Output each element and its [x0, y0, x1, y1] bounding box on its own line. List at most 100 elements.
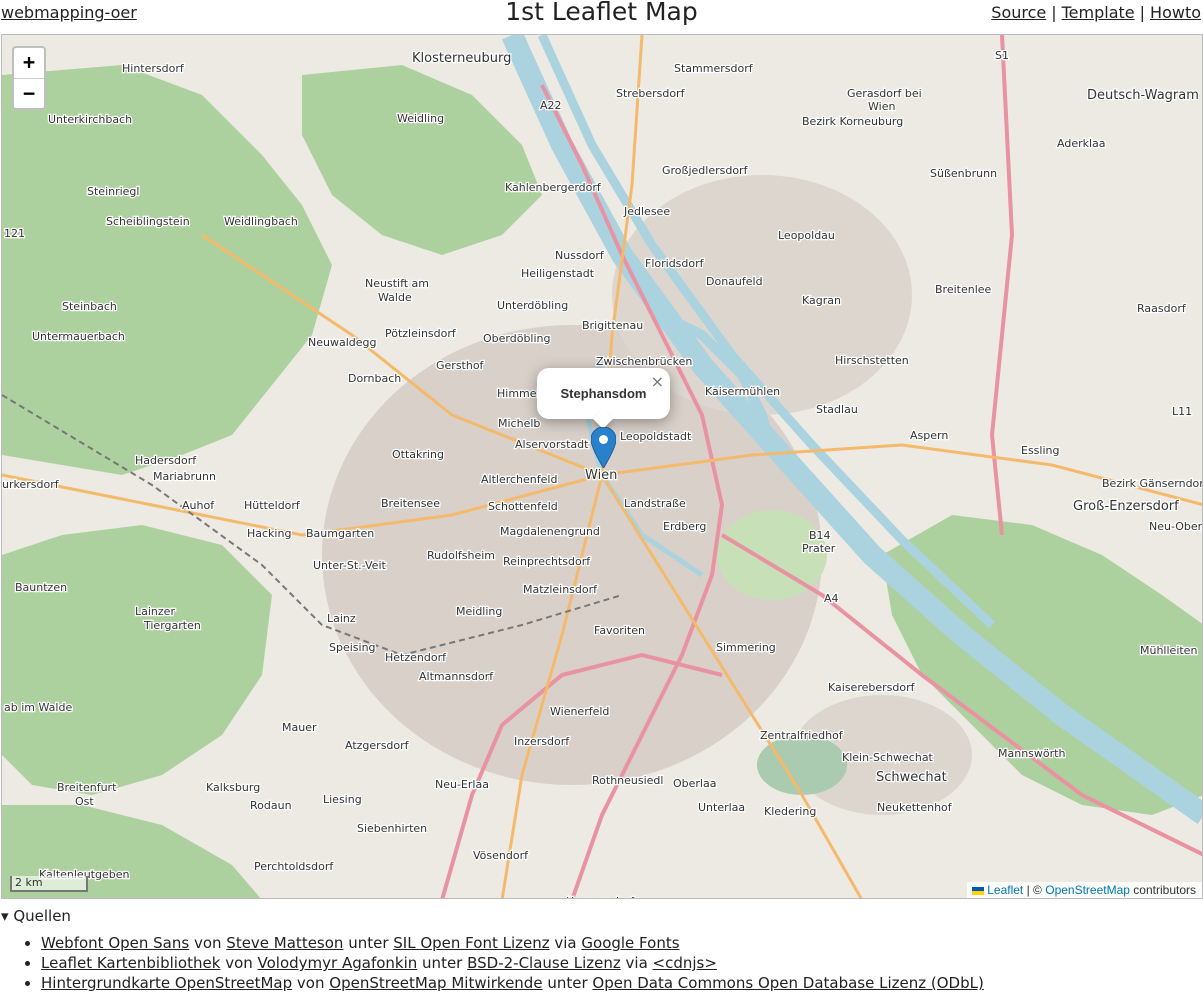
source-link[interactable]: OpenStreetMap Mitwirkende: [329, 974, 542, 992]
map-place-label: Hadersdorf: [135, 454, 197, 467]
map-place-label: Kalksburg: [206, 781, 260, 794]
map-place-label: Bauntzen: [15, 581, 67, 594]
map-place-label: Stammersdorf: [674, 62, 754, 75]
map-place-label: Kagran: [802, 294, 841, 307]
map-place-label: Weidlingbach: [224, 215, 298, 228]
map-place-label: Süßenbrunn: [930, 167, 997, 180]
map-place-label: Dornbach: [348, 372, 401, 385]
map-place-label: Magdalenengrund: [500, 525, 600, 538]
map-place-label: Floridsdorf: [645, 257, 705, 270]
map-place-label: Tiergarten: [143, 619, 201, 632]
map-place-label: Hennersdorf: [566, 895, 635, 899]
map-place-label: Großjedlersdorf: [662, 164, 749, 177]
map-place-label: Neustift am: [365, 277, 429, 290]
map-place-label: Hirschstetten: [835, 354, 909, 367]
map-place-label: Rudolfsheim: [427, 549, 495, 562]
map-place-label: A4: [824, 592, 839, 605]
source-link[interactable]: BSD-2-Clause Lizenz: [467, 954, 621, 972]
zoom-out-button[interactable]: −: [14, 78, 44, 108]
map-place-label: Vösendorf: [473, 849, 529, 862]
nav-template-link[interactable]: Template: [1062, 3, 1135, 22]
map-place-label: Altmannsdorf: [419, 670, 494, 683]
map-place-label: Kahlenbergerdorf: [505, 181, 602, 194]
map-place-label: Simmering: [716, 641, 776, 654]
sources-summary-label: Quellen: [13, 907, 71, 925]
map-place-label: Weidling: [397, 112, 444, 125]
source-link[interactable]: Google Fonts: [581, 934, 679, 952]
source-link[interactable]: <cdnjs>: [653, 954, 717, 972]
popup-close-button[interactable]: ×: [651, 372, 664, 391]
map-place-label: Aderklaa: [1057, 137, 1106, 150]
sources-summary[interactable]: ▾ Quellen: [1, 907, 1191, 925]
nav-source-link[interactable]: Source: [991, 3, 1046, 22]
map-place-label: ab im Walde: [4, 701, 72, 714]
map-place-label: Schottenfeld: [488, 500, 558, 513]
map-place-label: Scheiblingstein: [106, 215, 190, 228]
map-place-label: Lainz: [327, 612, 356, 625]
map-place-label: Heiligenstadt: [521, 267, 595, 280]
source-link[interactable]: Volodymyr Agafonkin: [258, 954, 418, 972]
map-place-label: Gerasdorf bei: [847, 87, 922, 100]
sources-section: ▾ Quellen Webfont Open Sans von Steve Ma…: [1, 907, 1191, 994]
map-place-label: Wienerfeld: [550, 705, 609, 718]
map-place-label: Rodaun: [250, 799, 292, 812]
map-place-label: Mauer: [282, 721, 317, 734]
map-place-label: Donaufeld: [706, 275, 763, 288]
map-place-label: A22: [540, 99, 562, 112]
source-link[interactable]: SIL Open Font Lizenz: [393, 934, 549, 952]
nav-howto-link[interactable]: Howto: [1150, 3, 1201, 22]
map-place-label: Unterdöbling: [497, 299, 568, 312]
map-place-label: S1: [995, 49, 1009, 62]
scale-bar: 2 km: [10, 876, 88, 892]
map-place-label: Klein-Schwechat: [842, 751, 934, 764]
attribution-separator: | ©: [1026, 883, 1042, 897]
map-place-label: Oberlaa: [673, 777, 716, 790]
map-place-label: Leopoldstadt: [620, 430, 692, 443]
source-link[interactable]: Steve Matteson: [226, 934, 343, 952]
map-place-label: Stadlau: [816, 403, 858, 416]
source-link[interactable]: Open Data Commons Open Database Lizenz (…: [592, 974, 983, 992]
openstreetmap-link[interactable]: OpenStreetMap: [1045, 883, 1130, 897]
map-place-label: Himmel: [497, 387, 540, 400]
map-place-label: Unterlaa: [698, 801, 745, 814]
map-place-label: Brigittenau: [582, 319, 643, 332]
map-place-label: Unter-St.-Veit: [313, 559, 387, 572]
source-item: Webfont Open Sans von Steve Matteson unt…: [41, 934, 1191, 952]
sources-list: Webfont Open Sans von Steve Matteson unt…: [1, 934, 1191, 992]
map-place-label: Steinbach: [62, 300, 117, 313]
map-place-label: B14: [809, 529, 831, 542]
map-place-label: Hacking: [247, 527, 291, 540]
map-place-label: Matzleinsdorf: [523, 583, 598, 596]
map-place-label: Atzgersdorf: [345, 739, 410, 752]
top-nav: Source | Template | Howto: [991, 3, 1201, 22]
map-place-label: Hetzendorf: [385, 651, 447, 664]
page-header: webmapping-oer 1st Leaflet Map Source | Te…: [0, 0, 1203, 34]
map-place-label: Mannswörth: [998, 747, 1065, 760]
map-place-label: Neuwaldegg: [308, 336, 376, 349]
map-place-label: Walde: [378, 291, 412, 304]
map-place-label: Liesing: [323, 793, 362, 806]
map-place-label: Perchtoldsdorf: [254, 860, 334, 873]
map-place-label: Mühlleiten: [1140, 644, 1197, 657]
map-place-label: Jedlesee: [623, 205, 670, 218]
source-text: von: [189, 934, 227, 952]
source-link[interactable]: Webfont Open Sans: [41, 934, 189, 952]
source-link[interactable]: Leaflet Kartenbibliothek: [41, 954, 220, 972]
source-link[interactable]: Hintergrundkarte OpenStreetMap: [41, 974, 292, 992]
map-place-label: Speising: [329, 641, 376, 654]
map-place-label: 121: [4, 227, 25, 240]
map-marker-icon[interactable]: [591, 427, 616, 468]
map-place-label: L11: [1172, 405, 1192, 418]
map-place-label: Breitenlee: [935, 283, 992, 296]
zoom-in-button[interactable]: +: [14, 48, 44, 78]
disclosure-triangle-icon: ▾: [1, 907, 9, 925]
map-place-label: Groß-Enzersdorf: [1073, 499, 1179, 514]
source-text: von: [292, 974, 330, 992]
map-place-label: Deutsch-Wagram: [1087, 88, 1199, 103]
map-container[interactable]: Klosterneuburg Hintersdorf Stammersdorf Str…: [1, 34, 1203, 899]
map-place-label: Kaisermühlen: [705, 385, 780, 398]
source-text: unter: [343, 934, 394, 952]
map-place-label: Steinriegl: [87, 185, 139, 198]
map-place-label: Neu-Oberha: [1149, 520, 1203, 533]
leaflet-link[interactable]: Leaflet: [987, 883, 1023, 897]
